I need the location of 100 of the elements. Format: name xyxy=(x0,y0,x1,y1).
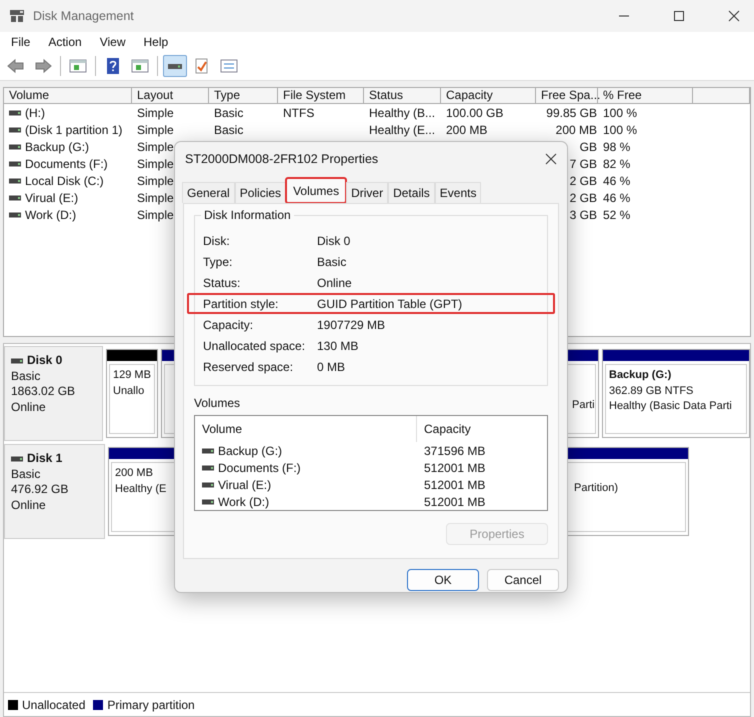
column-header[interactable]: Volume xyxy=(195,416,417,442)
volume-capacity: 371596 MB xyxy=(423,444,486,458)
disk-type: Basic xyxy=(11,368,40,384)
tab[interactable]: Volumes xyxy=(286,178,346,203)
field-value: 0 MB xyxy=(317,360,346,374)
column-header[interactable]: % Free xyxy=(598,88,693,104)
field-label: Partition style: xyxy=(202,296,280,310)
dialog-title: ST2000DM008-2FR102 Properties xyxy=(185,152,378,166)
column-header[interactable]: Volume xyxy=(4,88,132,104)
column-header[interactable]: Type xyxy=(209,88,278,104)
field-label: Disk: xyxy=(202,234,231,248)
partition-info: 200 MB xyxy=(115,466,153,481)
tab[interactable]: Policies xyxy=(234,182,286,203)
tab[interactable]: Events xyxy=(434,182,482,203)
disk-name: Disk 0 xyxy=(27,353,62,368)
volume-name[interactable]: Backup (G:) xyxy=(218,444,282,458)
menu-item[interactable]: Help xyxy=(136,35,176,49)
column-header[interactable]: Status xyxy=(364,88,441,104)
table-cell: Simple xyxy=(137,140,174,154)
close-icon[interactable] xyxy=(545,153,557,165)
table-cell: (H:) xyxy=(25,106,45,120)
drive-icon xyxy=(9,178,21,184)
close-icon[interactable] xyxy=(728,10,740,22)
tab[interactable]: General xyxy=(182,182,235,203)
table-cell: 100.00 GB xyxy=(446,106,504,120)
drive-icon[interactable] xyxy=(163,55,187,77)
drive-icon xyxy=(202,464,214,470)
field-label: Reserved space: xyxy=(202,360,294,374)
partition-info: Parti xyxy=(572,398,595,413)
partition-block[interactable]: Backup (G:) 362.89 GB NTFS Healthy (Basic Data Parti xyxy=(602,349,750,438)
table-cell: GB xyxy=(580,140,597,154)
cancel-button[interactable]: Cancel xyxy=(487,569,559,591)
partition-block[interactable]: 129 MB Unallo xyxy=(106,349,158,438)
field-value: 130 MB xyxy=(317,338,358,352)
partition-info: Healthy (Basic Data Parti xyxy=(609,399,732,414)
ok-button[interactable]: OK xyxy=(407,569,479,591)
table-cell: 82 % xyxy=(603,156,630,170)
section-label: Volumes xyxy=(194,396,240,410)
column-header[interactable]: Capacity xyxy=(441,88,536,104)
column-header[interactable]: Free Spa... xyxy=(536,88,598,104)
partition-info: Healthy (E xyxy=(115,482,166,496)
maximize-icon[interactable] xyxy=(673,10,685,22)
partition-info: Unallo xyxy=(113,384,144,398)
volume-capacity: 512001 MB xyxy=(423,478,486,492)
table-cell: (Disk 1 partition 1) xyxy=(25,122,122,136)
table-cell: Simple xyxy=(137,208,174,222)
disk-icon xyxy=(9,9,25,23)
volume-name[interactable]: Documents (F:) xyxy=(218,460,301,474)
column-header[interactable]: Capacity xyxy=(417,422,471,436)
drive-icon xyxy=(11,358,23,364)
volume-capacity: 512001 MB xyxy=(423,460,486,474)
table-cell: 98 % xyxy=(603,140,630,154)
tab[interactable]: Driver xyxy=(346,182,388,203)
table-cell: Basic xyxy=(214,122,244,136)
menu-item[interactable]: Action xyxy=(41,35,89,49)
drive-icon xyxy=(9,110,21,116)
group-title: Disk Information xyxy=(201,208,294,222)
table-cell: Simple xyxy=(137,122,174,136)
table-cell: 200 MB xyxy=(556,122,597,136)
table-cell: Basic xyxy=(214,106,244,120)
partition-color-bar xyxy=(107,350,157,361)
field-value: Basic xyxy=(317,254,346,268)
drive-icon xyxy=(202,498,214,504)
table-cell: 7 GB xyxy=(570,156,597,170)
menu-item[interactable]: View xyxy=(92,35,132,49)
disk-name: Disk 1 xyxy=(27,451,62,466)
volume-name[interactable]: Virual (E:) xyxy=(218,478,272,492)
legend-label: Primary partition xyxy=(107,698,195,712)
table-cell: Documents (F:) xyxy=(25,156,108,170)
table-cell: 2 GB xyxy=(570,174,597,188)
drive-icon xyxy=(202,448,214,454)
table-cell: 46 % xyxy=(603,190,630,204)
column-header[interactable]: File System xyxy=(278,88,364,104)
drive-icon xyxy=(9,160,21,166)
field-value: 1907729 MB xyxy=(317,318,386,332)
volume-name[interactable]: Work (D:) xyxy=(218,494,270,508)
legend-label: Unallocated xyxy=(22,698,86,712)
table-cell: 52 % xyxy=(603,208,630,222)
drive-icon xyxy=(202,482,214,488)
table-cell: 2 GB xyxy=(570,190,597,204)
table-cell: Healthy (B... xyxy=(369,106,436,120)
disk-type: Basic xyxy=(11,466,40,482)
table-cell: Work (D:) xyxy=(25,208,76,222)
drive-icon xyxy=(9,126,21,132)
partition-info: Partition) xyxy=(574,481,618,496)
tab[interactable]: Details xyxy=(388,182,435,203)
column-header[interactable]: Layout xyxy=(132,88,209,104)
table-cell: Simple xyxy=(137,106,174,120)
field-value: Online xyxy=(317,276,352,290)
disk-status: Online xyxy=(11,498,46,513)
field-label: Capacity: xyxy=(202,318,254,332)
drive-icon xyxy=(9,144,21,150)
table-cell: Simple xyxy=(137,190,174,204)
field-value: GUID Partition Table (GPT) xyxy=(317,296,462,310)
disk-size: 1863.02 GB xyxy=(11,384,76,400)
drive-icon xyxy=(9,212,21,218)
table-cell: 100 % xyxy=(603,122,638,136)
field-value: Disk 0 xyxy=(317,234,350,248)
window-title: Disk Management xyxy=(33,9,134,23)
menu-item[interactable]: File xyxy=(4,35,38,49)
